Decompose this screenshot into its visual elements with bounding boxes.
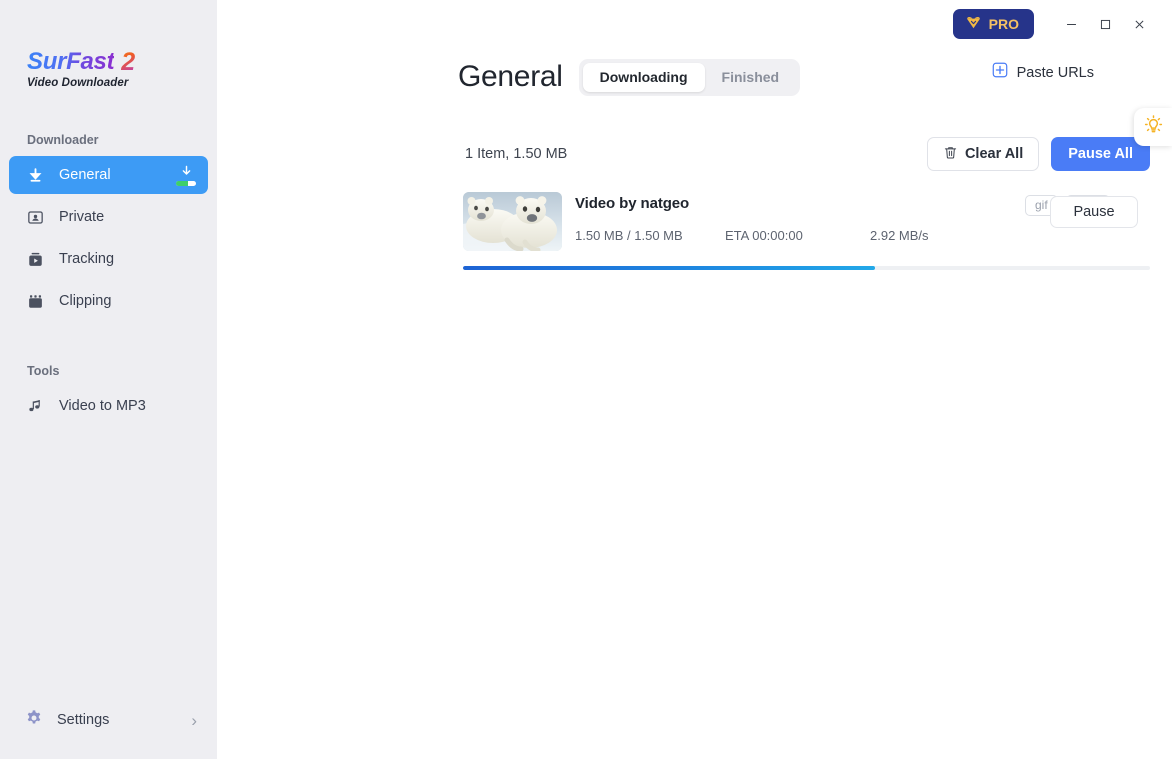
sidebar-item-video-to-mp3[interactable]: Video to MP3 <box>9 387 208 425</box>
clear-all-button[interactable]: Clear All <box>926 137 1040 171</box>
sidebar-section-downloader: Downloader General Private Tracking Clip… <box>0 133 217 320</box>
maximize-button[interactable] <box>1088 9 1122 39</box>
paste-urls-button[interactable]: Paste URLs <box>992 62 1094 83</box>
download-arrow-icon <box>25 165 45 185</box>
general-download-indicator <box>175 164 197 186</box>
item-summary: 1 Item, 1.50 MB <box>465 146 568 162</box>
sidebar-item-general[interactable]: General <box>9 156 208 194</box>
title-bar: PRO <box>217 0 1172 48</box>
music-note-icon <box>25 396 45 416</box>
download-progress-track <box>463 266 1150 270</box>
tab-downloading[interactable]: Downloading <box>582 62 705 92</box>
sidebar-item-settings[interactable]: Settings › <box>9 701 208 739</box>
sidebar: SurFast 2 Video Downloader Downloader Ge… <box>0 0 217 759</box>
logo-name: SurFast <box>27 48 115 75</box>
sidebar-item-label-video-to-mp3: Video to MP3 <box>59 398 146 414</box>
tips-panel-toggle[interactable] <box>1134 108 1172 146</box>
list-toolbar: 1 Item, 1.50 MB Clear All Pause All <box>217 134 1172 174</box>
download-info: Video by natgeo gif Auto 1.50 MB / 1.50 … <box>575 192 1150 243</box>
close-button[interactable] <box>1122 9 1156 39</box>
sidebar-item-private[interactable]: Private <box>9 198 208 236</box>
pro-button[interactable]: PRO <box>952 9 1034 39</box>
plus-square-icon <box>992 62 1008 83</box>
download-eta: ETA 00:00:00 <box>725 228 803 243</box>
pro-diamond-icon <box>965 15 982 33</box>
app-logo: SurFast 2 Video Downloader <box>0 0 217 90</box>
sidebar-item-label-settings: Settings <box>57 712 110 728</box>
sidebar-item-label-clipping: Clipping <box>59 293 112 309</box>
gear-icon <box>25 709 43 732</box>
pause-item-button[interactable]: Pause <box>1050 196 1138 228</box>
paste-urls-label: Paste URLs <box>1016 64 1094 81</box>
download-progress-fill <box>463 266 876 270</box>
pro-label: PRO <box>988 16 1019 32</box>
app-window: SurFast 2 Video Downloader Downloader Ge… <box>0 0 1172 759</box>
tracking-video-icon <box>25 249 45 269</box>
main-content: PRO General Downloading Finished Paste U… <box>217 0 1172 759</box>
download-meta: 1.50 MB / 1.50 MB ETA 00:00:00 2.92 MB/s <box>575 228 1150 243</box>
sidebar-item-tracking[interactable]: Tracking <box>9 240 208 278</box>
chevron-right-icon: › <box>191 710 197 730</box>
sidebar-section-tools: Tools Video to MP3 <box>0 364 217 425</box>
tab-finished[interactable]: Finished <box>705 63 797 92</box>
page-title: General <box>458 60 563 93</box>
logo-version: 2 <box>121 48 136 76</box>
tab-group: Downloading Finished <box>578 58 801 96</box>
header-row: General Downloading Finished Paste URLs <box>217 48 1172 146</box>
download-item: Video by natgeo gif Auto 1.50 MB / 1.50 … <box>463 192 1150 270</box>
trash-icon <box>943 145 958 164</box>
video-thumbnail[interactable] <box>463 192 562 251</box>
sidebar-item-label-tracking: Tracking <box>59 251 115 267</box>
lightbulb-icon <box>1143 114 1164 140</box>
download-size: 1.50 MB / 1.50 MB <box>575 228 683 243</box>
sidebar-item-clipping[interactable]: Clipping <box>9 282 208 320</box>
general-mini-progress <box>176 181 196 186</box>
download-speed: 2.92 MB/s <box>870 228 929 243</box>
sidebar-item-label-private: Private <box>59 209 105 225</box>
section-label-downloader: Downloader <box>27 133 99 147</box>
logo-subtitle: Video Downloader <box>27 77 129 89</box>
section-label-tools: Tools <box>27 364 60 378</box>
minimize-button[interactable] <box>1054 9 1088 39</box>
clear-all-label: Clear All <box>964 146 1024 162</box>
download-list: Video by natgeo gif Auto 1.50 MB / 1.50 … <box>217 192 1172 270</box>
download-action: Pause <box>1050 196 1138 228</box>
clipping-film-icon <box>25 291 45 311</box>
private-user-icon <box>25 207 45 227</box>
sidebar-item-label-general: General <box>59 167 111 183</box>
